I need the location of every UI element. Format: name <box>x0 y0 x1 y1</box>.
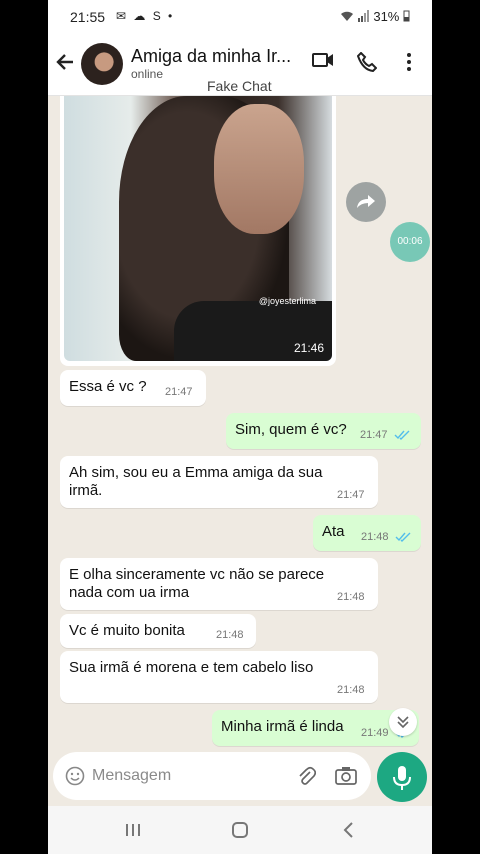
message-bubble-incoming[interactable]: Essa é vc ? 21:47 <box>60 370 206 406</box>
wifi-icon <box>341 11 354 21</box>
microphone-icon <box>393 766 411 790</box>
video-call-icon[interactable] <box>312 52 334 68</box>
message-text: Vc é muito bonita <box>69 622 185 639</box>
message-text-line1: Ah sim, sou eu a Emma amiga da sua <box>69 464 323 481</box>
chat-header: Amiga da minha Ir... online Fake Chat <box>48 34 432 96</box>
more-options-icon[interactable] <box>406 52 412 72</box>
message-bubble-outgoing[interactable]: Minha irmã é linda 21:49 <box>212 710 419 746</box>
message-text: Sua irmã é morena e tem cabelo liso <box>69 659 314 676</box>
photo-face-shape <box>214 104 304 234</box>
message-time: 21:47 <box>337 489 365 501</box>
notification-icons: ✉ ☁ S • <box>116 9 175 23</box>
message-time: 21:47 <box>360 429 388 441</box>
watermark-text: Fake Chat <box>207 78 272 94</box>
message-text-line1: E olha sinceramente vc não se parece <box>69 566 325 583</box>
message-text: Essa é vc ? <box>69 378 147 395</box>
read-ticks-icon <box>395 532 411 542</box>
message-text: Ata <box>322 523 345 540</box>
message-text: Sim, quem é vc? <box>235 421 347 438</box>
status-time: 21:55 <box>70 9 106 25</box>
home-icon[interactable] <box>231 821 249 839</box>
back-arrow-icon[interactable] <box>54 50 76 74</box>
message-bubble-incoming[interactable]: Sua irmã é morena e tem cabelo liso 21:4… <box>60 651 378 703</box>
message-bubble-outgoing[interactable]: Sim, quem é vc? 21:47 <box>226 413 421 449</box>
voice-message-button[interactable] <box>377 752 427 802</box>
battery-percent: 31% <box>373 9 400 24</box>
status-right: 31% <box>340 9 410 24</box>
message-time: 21:47 <box>165 386 193 398</box>
photo-credit: @joyesterlima <box>258 296 316 306</box>
system-nav-bar <box>48 806 432 854</box>
message-list[interactable]: @joyesterlima 21:46 00:06 Essa é vc ? 21… <box>48 96 432 752</box>
message-time: 21:48 <box>361 531 389 543</box>
message-text-line2: irmã. <box>69 482 103 499</box>
message-text-line2: nada com ua irma <box>69 584 190 601</box>
message-input[interactable]: Mensagem <box>92 767 171 785</box>
message-text: Minha irmã é linda <box>221 718 344 735</box>
message-bubble-outgoing[interactable]: Ata 21:48 <box>313 515 421 551</box>
video-duration-badge[interactable]: 00:06 <box>390 222 430 262</box>
contact-status: online <box>131 67 164 81</box>
recent-apps-icon[interactable] <box>124 822 142 838</box>
message-bubble-incoming[interactable]: Ah sim, sou eu a Emma amiga da sua irmã.… <box>60 456 378 508</box>
back-nav-icon[interactable] <box>341 821 355 839</box>
contact-name[interactable]: Amiga da minha Ir... <box>131 46 291 67</box>
battery-icon <box>403 10 410 22</box>
status-bar: 21:55 ✉ ☁ S • 31% <box>48 0 432 34</box>
message-composer[interactable]: Mensagem <box>53 752 371 800</box>
read-ticks-icon <box>394 430 410 440</box>
chat-screen: 21:55 ✉ ☁ S • 31% Amiga da minha Ir... o… <box>48 0 432 854</box>
signal-icon <box>357 10 369 22</box>
photo-time: 21:46 <box>293 341 324 355</box>
forward-icon <box>357 195 375 208</box>
photo-image[interactable]: @joyesterlima 21:46 <box>64 96 332 361</box>
message-bubble-incoming[interactable]: Vc é muito bonita 21:48 <box>60 614 256 648</box>
scroll-to-bottom-button[interactable] <box>389 708 417 736</box>
camera-icon[interactable] <box>335 766 357 786</box>
double-chevron-down-icon <box>397 716 409 729</box>
message-time: 21:48 <box>216 629 244 641</box>
contact-avatar[interactable] <box>81 43 123 85</box>
forward-button[interactable] <box>346 182 386 222</box>
emoji-icon[interactable] <box>65 766 85 786</box>
message-time: 21:48 <box>337 591 365 603</box>
photo-message[interactable]: @joyesterlima 21:46 <box>60 96 336 366</box>
message-time: 21:49 <box>361 727 389 739</box>
attachment-icon[interactable] <box>296 766 316 786</box>
voice-call-icon[interactable] <box>357 52 377 72</box>
message-time: 21:48 <box>337 684 365 696</box>
message-bubble-incoming[interactable]: E olha sinceramente vc não se parece nad… <box>60 558 378 610</box>
